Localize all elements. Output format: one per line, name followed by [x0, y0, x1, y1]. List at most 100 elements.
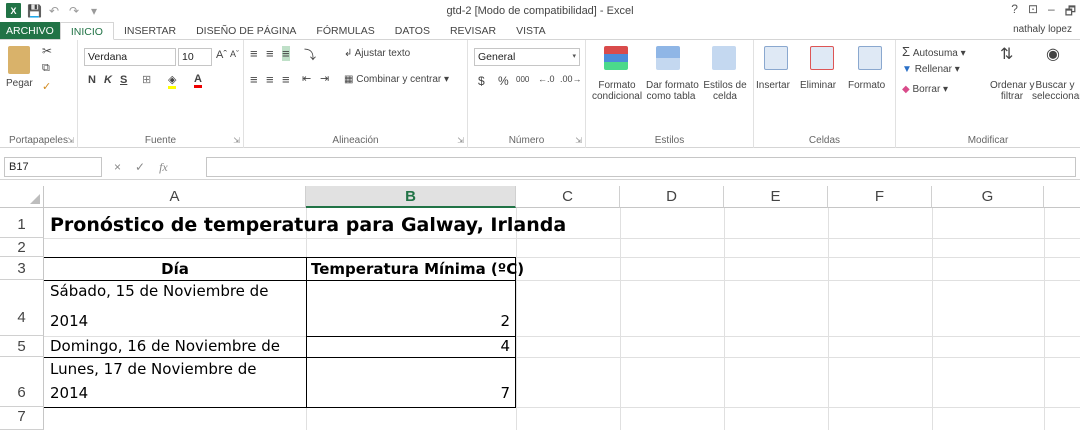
paste-icon[interactable] [8, 46, 30, 74]
format-painter-icon[interactable]: ✓ [42, 80, 51, 93]
underline-button[interactable]: S [120, 74, 127, 86]
cell-b5[interactable]: 4 [306, 337, 510, 355]
decrease-indent-icon[interactable]: ⇤ [302, 72, 311, 85]
tab-datos[interactable]: DATOS [385, 22, 440, 39]
merge-center-button[interactable]: ▦ Combinar y centrar ▾ [344, 74, 449, 85]
alignment-launcher-icon[interactable]: ⇲ [457, 136, 464, 145]
ribbon-display-icon[interactable]: ⊡ [1028, 2, 1038, 23]
font-color-icon[interactable]: A [194, 73, 202, 88]
sort-filter-icon[interactable]: ⇅ [1000, 44, 1013, 64]
cancel-icon[interactable]: × [114, 160, 121, 174]
minimize-icon[interactable]: – [1048, 2, 1055, 23]
align-middle-icon[interactable]: ≡ [266, 46, 274, 61]
find-select-button[interactable]: Buscar y seleccionar [1032, 80, 1080, 102]
copy-icon[interactable]: ⧉ [42, 62, 50, 75]
delete-cells-button[interactable]: Eliminar [800, 80, 836, 91]
font-size-select[interactable]: 10 [178, 48, 212, 66]
format-table-button[interactable]: Dar formato como tabla [646, 80, 699, 102]
cell-a3-header[interactable]: Día [44, 260, 306, 278]
conditional-format-icon[interactable] [604, 46, 628, 70]
restore-icon[interactable]: 🗗 [1065, 2, 1076, 23]
increase-decimal-icon[interactable]: ←.0 [538, 74, 555, 84]
cell-a5[interactable]: Domingo, 16 de Noviembre de [50, 337, 280, 355]
fill-color-icon[interactable]: ◈ [168, 73, 177, 89]
column-header-f[interactable]: F [828, 186, 932, 208]
tab-archivo[interactable]: ARCHIVO [0, 22, 60, 39]
delete-cells-icon[interactable] [810, 46, 834, 70]
tab-diseno-pagina[interactable]: DISEÑO DE PÁGINA [186, 22, 306, 39]
align-top-icon[interactable]: ≡ [250, 46, 258, 61]
format-table-icon[interactable] [656, 46, 680, 70]
format-cells-icon[interactable] [858, 46, 882, 70]
cell-styles-button[interactable]: Estilos de celda [700, 80, 750, 102]
row-header-7[interactable]: 7 [0, 407, 44, 430]
bold-button[interactable]: N [88, 74, 96, 86]
grow-font-icon[interactable]: Aˆ [216, 49, 227, 61]
fill-button[interactable]: ▼ Rellenar ▾ [902, 64, 960, 75]
align-left-icon[interactable]: ≡ [250, 72, 258, 87]
paste-button[interactable]: Pegar [6, 78, 33, 89]
gridline [620, 208, 621, 430]
tab-inicio[interactable]: INICIO [59, 22, 114, 40]
cell-a4-line2[interactable]: 2014 [50, 312, 88, 330]
font-name-select[interactable]: Verdana [84, 48, 176, 66]
align-right-icon[interactable]: ≡ [282, 72, 290, 87]
cell-a4-line1[interactable]: Sábado, 15 de Noviembre de [50, 282, 268, 300]
clipboard-launcher-icon[interactable]: ⇲ [67, 136, 74, 145]
row-header-1[interactable]: 1 [0, 208, 44, 238]
name-box[interactable]: B17 [4, 157, 102, 177]
column-header-c[interactable]: C [516, 186, 620, 208]
cell-a1-title[interactable]: Pronóstico de temperatura para Galway, I… [50, 214, 566, 236]
percent-button[interactable]: % [498, 74, 509, 88]
clear-button[interactable]: ◆ Borrar ▾ [902, 84, 948, 95]
number-format-select[interactable]: General ▾ [474, 48, 580, 66]
italic-button[interactable]: K [104, 74, 112, 86]
borders-icon[interactable]: ⊞ [142, 73, 151, 86]
cell-a6-line2[interactable]: 2014 [50, 384, 88, 402]
column-header-e[interactable]: E [724, 186, 828, 208]
cell-styles-icon[interactable] [712, 46, 736, 70]
decrease-decimal-icon[interactable]: .00→ [560, 74, 582, 84]
insert-cells-button[interactable]: Insertar [756, 80, 790, 91]
tab-formulas[interactable]: FÓRMULAS [306, 22, 384, 39]
sort-filter-button[interactable]: Ordenar y filtrar [990, 80, 1034, 102]
tab-vista[interactable]: VISTA [506, 22, 556, 39]
cell-b3-header[interactable]: Temperatura Mínima (ºC) [311, 260, 524, 278]
cell-a6-line1[interactable]: Lunes, 17 de Noviembre de [50, 360, 256, 378]
tab-revisar[interactable]: REVISAR [440, 22, 506, 39]
insert-cells-icon[interactable] [764, 46, 788, 70]
enter-icon[interactable]: ✓ [135, 160, 145, 174]
column-header-a[interactable]: A [44, 186, 306, 208]
format-cells-button[interactable]: Formato [848, 80, 885, 91]
row-header-3[interactable]: 3 [0, 257, 44, 280]
shrink-font-icon[interactable]: Aˇ [230, 49, 239, 59]
increase-indent-icon[interactable]: ⇥ [320, 72, 329, 85]
number-launcher-icon[interactable]: ⇲ [575, 136, 582, 145]
conditional-format-button[interactable]: Formato condicional [592, 80, 642, 102]
align-center-icon[interactable]: ≡ [266, 72, 274, 87]
help-icon[interactable]: ? [1011, 2, 1018, 23]
cut-icon[interactable]: ✂ [42, 44, 52, 58]
cell-b4[interactable]: 2 [306, 312, 510, 330]
font-launcher-icon[interactable]: ⇲ [233, 136, 240, 145]
cell-b6[interactable]: 7 [306, 384, 510, 402]
column-header-g[interactable]: G [932, 186, 1044, 208]
user-name[interactable]: nathaly lopez [1013, 24, 1072, 35]
thousands-button[interactable]: 000 [516, 75, 529, 84]
row-header-6[interactable]: 6 [0, 357, 44, 407]
row-header-4[interactable]: 4 [0, 280, 44, 336]
align-bottom-icon[interactable]: ≡ [282, 46, 290, 61]
column-header-b[interactable]: B [306, 186, 516, 208]
formula-input[interactable] [206, 157, 1076, 177]
column-header-d[interactable]: D [620, 186, 724, 208]
currency-button[interactable]: $ [478, 74, 485, 88]
insert-function-icon[interactable]: fx [159, 160, 168, 175]
orientation-icon[interactable]: ⤵ [304, 46, 316, 63]
autosum-button[interactable]: Σ Autosuma ▾ [902, 44, 966, 59]
select-all-corner[interactable] [0, 186, 44, 208]
wrap-text-button[interactable]: ↲ Ajustar texto [344, 48, 410, 59]
tab-insertar[interactable]: INSERTAR [114, 22, 186, 39]
row-header-5[interactable]: 5 [0, 336, 44, 357]
binoculars-icon[interactable]: ◉ [1046, 44, 1060, 64]
row-header-2[interactable]: 2 [0, 238, 44, 257]
